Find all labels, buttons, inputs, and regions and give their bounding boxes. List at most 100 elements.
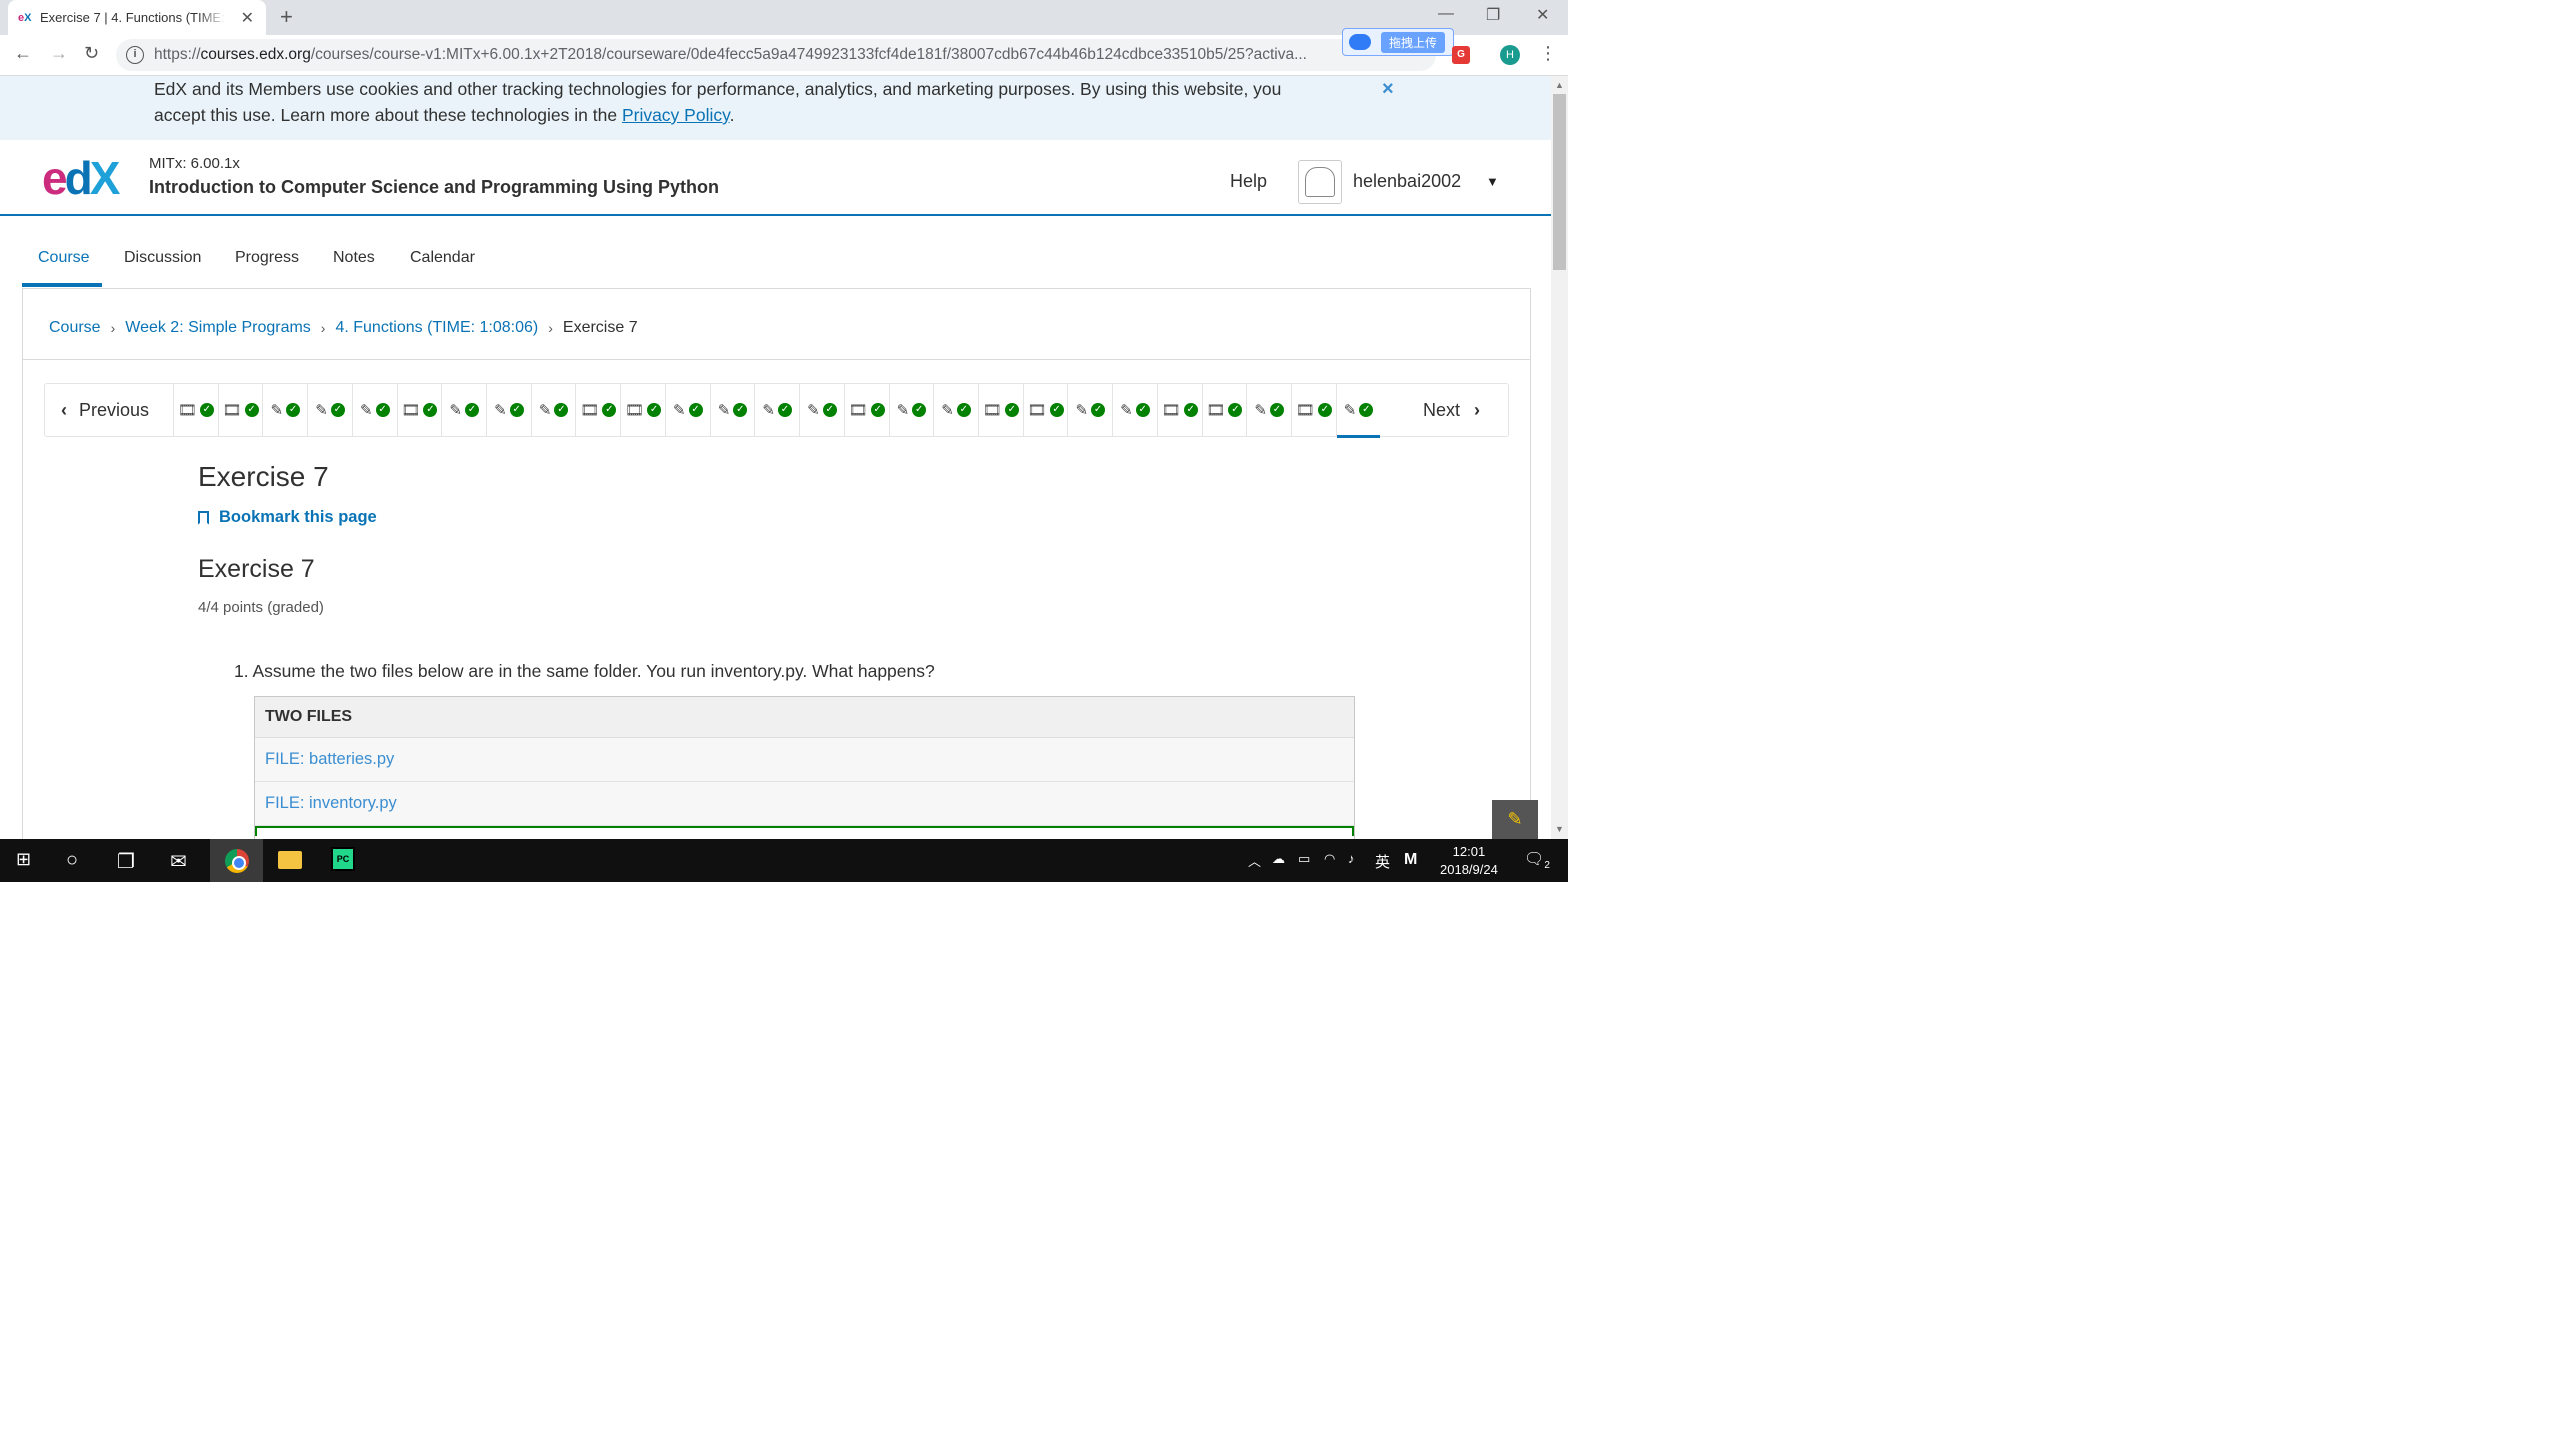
extension-red-icon[interactable]: G — [1452, 46, 1470, 64]
answer-choice-box[interactable] — [255, 826, 1354, 836]
help-link[interactable]: Help — [1230, 171, 1267, 192]
back-icon[interactable]: ← — [14, 43, 32, 64]
cookie-banner: EdX and its Members use cookies and othe… — [0, 76, 1551, 140]
sequence-tab-problem[interactable]: ✎ ✓ — [351, 384, 397, 436]
scrollbar-thumb[interactable] — [1553, 94, 1566, 270]
pencil-icon: ✎ — [1507, 809, 1523, 829]
sequence-tab-problem[interactable]: ✎ ✓ — [1112, 384, 1157, 436]
breadcrumb-current: Exercise 7 — [562, 319, 638, 336]
reload-icon[interactable]: ↻ — [84, 43, 99, 64]
sequence-tab-video[interactable]: 🎞 ✓ — [1290, 384, 1336, 436]
minimize-icon[interactable]: — — [1438, 5, 1454, 23]
problem-icon: ✎ — [449, 402, 462, 419]
problem-icon: ✎ — [494, 402, 507, 419]
complete-check-icon: ✓ — [1228, 403, 1243, 417]
edx-logo[interactable]: edX — [42, 155, 120, 201]
windows-start-icon[interactable]: ⊞ — [16, 849, 31, 870]
sequence-tab-video[interactable]: 🎞 ✓ — [620, 384, 665, 436]
sequence-tab-video[interactable]: 🎞 ✓ — [1022, 384, 1068, 436]
complete-check-icon: ✓ — [1004, 403, 1019, 417]
sequence-tab-problem[interactable]: ✎ ✓ — [664, 384, 710, 436]
breadcrumb-section[interactable]: 4. Functions (TIME: 1:08:06) — [335, 319, 538, 337]
tab-progress[interactable]: Progress — [235, 249, 299, 267]
video-icon: 🎞 — [982, 402, 1002, 419]
file-toggle-batteries[interactable]: FILE: batteries.py — [255, 738, 1354, 782]
mail-icon[interactable]: ✉ — [170, 849, 187, 874]
action-center-icon[interactable]: 🗨2 — [1524, 849, 1550, 871]
sequence-tab-video[interactable]: 🎞 ✓ — [1201, 384, 1247, 436]
task-view-icon[interactable]: ❐ — [117, 849, 135, 874]
bookmark-button[interactable]: Bookmark this page — [198, 508, 377, 527]
address-bar[interactable]: i https://courses.edx.org/courses/course… — [116, 39, 1436, 71]
upload-extension-button[interactable]: 拖拽上传 — [1342, 28, 1454, 56]
avatar-face-icon — [1305, 167, 1335, 197]
sequence-tab-video[interactable]: 🎞 ✓ — [173, 384, 218, 436]
cookie-close-icon[interactable]: × — [1382, 78, 1394, 101]
username[interactable]: helenbai2002 — [1353, 171, 1461, 192]
complete-check-icon: ✓ — [1091, 403, 1106, 417]
sequence-tab-problem[interactable]: ✎ ✓ — [307, 384, 352, 436]
sequence-tab-problem[interactable]: ✎ ✓ — [1246, 384, 1291, 436]
sequence-tab-problem[interactable]: ✎ ✓ — [799, 384, 844, 436]
window-close-icon[interactable]: ✕ — [1536, 5, 1549, 25]
site-info-icon[interactable]: i — [126, 46, 144, 64]
browser-tab[interactable]: eX Exercise 7 | 4. Functions (TIME: 1:08… — [8, 0, 266, 35]
chevron-right-icon: › — [110, 320, 116, 336]
cortana-icon[interactable]: ○ — [66, 849, 78, 872]
next-button[interactable]: Next › — [1380, 384, 1508, 436]
breadcrumb-week[interactable]: Week 2: Simple Programs — [125, 319, 311, 337]
ime-mode-icon[interactable]: M — [1404, 851, 1417, 869]
onedrive-icon[interactable]: ☁ — [1272, 851, 1285, 867]
sequence-tab-problem[interactable]: ✎ ✓ — [441, 384, 486, 436]
battery-icon[interactable]: ▭ — [1298, 851, 1310, 867]
sequence-tab-video[interactable]: 🎞 ✓ — [1156, 384, 1202, 436]
tab-close-icon[interactable]: ✕ — [241, 8, 254, 28]
ime-indicator[interactable]: 英 — [1375, 851, 1390, 872]
file-explorer-icon[interactable] — [278, 851, 302, 869]
wifi-icon[interactable]: ◠ — [1324, 851, 1335, 867]
page-scrollbar[interactable]: ▲ ▼ — [1551, 76, 1568, 839]
tray-expand-icon[interactable]: ︿ — [1248, 851, 1261, 870]
sequence-tab-video[interactable]: 🎞 ✓ — [217, 384, 263, 436]
sequence-tab-video[interactable]: 🎞 ✓ — [575, 384, 620, 436]
previous-button[interactable]: ‹ Previous — [45, 384, 173, 436]
privacy-policy-link[interactable]: Privacy Policy — [622, 105, 730, 125]
sequence-tab-problem[interactable]: ✎ ✓ — [486, 384, 531, 436]
sequence-tab-problem[interactable]: ✎ ✓ — [530, 384, 576, 436]
tab-course[interactable]: Course — [38, 249, 90, 267]
breadcrumb-course[interactable]: Course — [49, 319, 101, 337]
sequence-tab-video[interactable]: 🎞 ✓ — [396, 384, 442, 436]
chrome-icon[interactable] — [225, 849, 249, 873]
sequence-tab-video[interactable]: 🎞 ✓ — [977, 384, 1023, 436]
sequence-tab-problem[interactable]: ✎ ✓ — [1335, 384, 1381, 438]
sequence-tab-video[interactable]: 🎞 ✓ — [843, 384, 889, 436]
scroll-up-icon[interactable]: ▲ — [1555, 80, 1564, 90]
sequence-tab-problem[interactable]: ✎ ✓ — [888, 384, 934, 436]
tab-calendar[interactable]: Calendar — [410, 249, 475, 267]
volume-icon[interactable]: ♪ — [1348, 851, 1355, 866]
tab-discussion[interactable]: Discussion — [124, 249, 201, 267]
user-menu-caret-icon[interactable]: ▼ — [1486, 174, 1499, 189]
system-clock[interactable]: 12:01 2018/9/24 — [1440, 843, 1498, 879]
new-tab-button[interactable]: + — [280, 4, 293, 30]
profile-avatar[interactable]: H — [1500, 45, 1520, 65]
url-text[interactable]: https://courses.edx.org/courses/course-v… — [154, 46, 1354, 64]
complete-check-icon: ✓ — [1049, 403, 1064, 417]
breadcrumb: Course › Week 2: Simple Programs › 4. Fu… — [49, 319, 638, 337]
sequence-tab-problem[interactable]: ✎ ✓ — [754, 384, 799, 436]
scroll-down-icon[interactable]: ▼ — [1555, 824, 1564, 834]
sequence-tab-problem[interactable]: ✎ ✓ — [933, 384, 978, 436]
notes-pencil-button[interactable]: ✎ — [1492, 800, 1538, 839]
sequence-tab-problem[interactable]: ✎ ✓ — [1067, 384, 1112, 436]
restore-icon[interactable]: ❐ — [1486, 5, 1500, 25]
browser-menu-icon[interactable]: ⋮ — [1539, 43, 1557, 64]
user-avatar[interactable] — [1298, 160, 1342, 204]
complete-check-icon: ✓ — [1317, 403, 1332, 417]
pycharm-icon[interactable]: PC — [331, 847, 355, 871]
sequence-tab-problem[interactable]: ✎ ✓ — [709, 384, 755, 436]
file-toggle-inventory[interactable]: FILE: inventory.py — [255, 782, 1354, 826]
video-icon: 🎞 — [401, 402, 421, 419]
sequence-tab-problem[interactable]: ✎ ✓ — [262, 384, 307, 436]
forward-icon[interactable]: → — [50, 43, 68, 64]
tab-notes[interactable]: Notes — [333, 249, 375, 267]
